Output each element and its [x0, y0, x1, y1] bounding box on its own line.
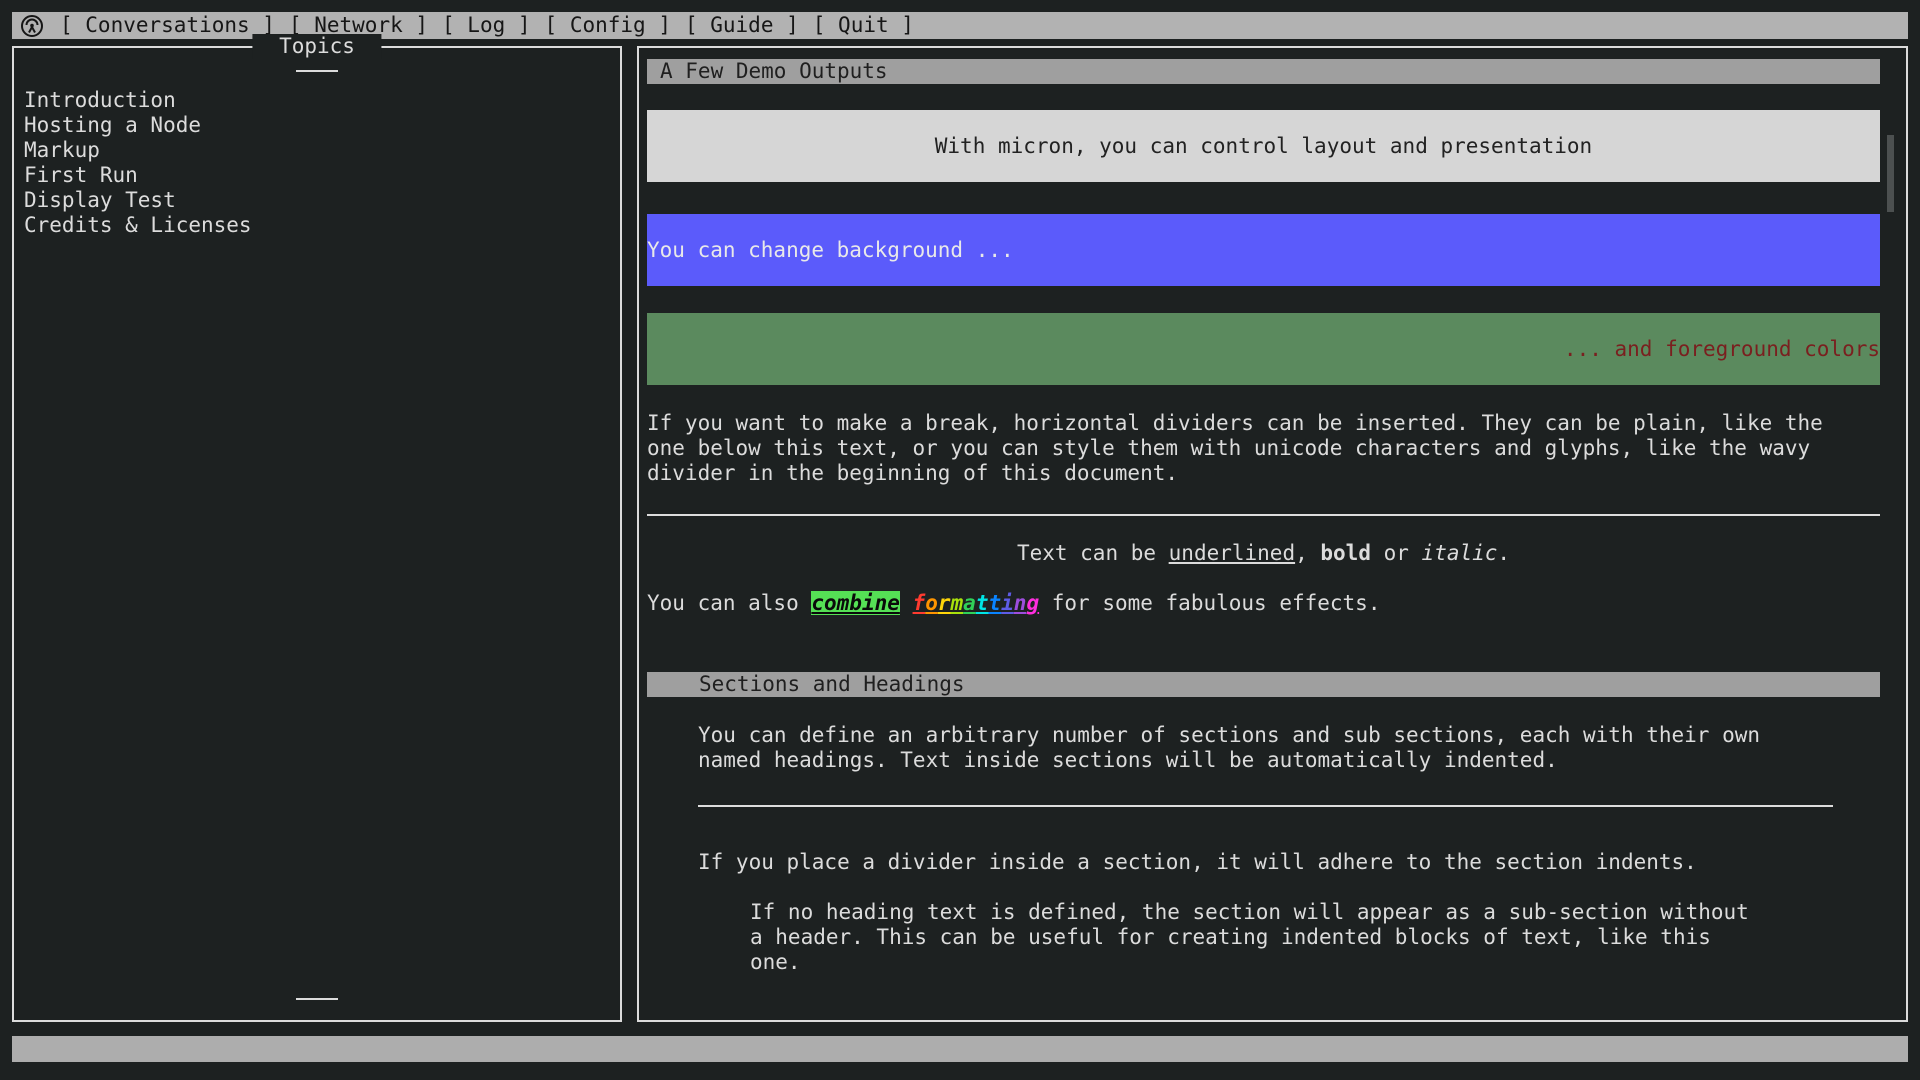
plain-text: ,: [1295, 541, 1320, 565]
plain-text: or: [1371, 541, 1422, 565]
plain-text: for some fabulous effects.: [1039, 591, 1380, 615]
subsection-paragraph: If no heading text is defined, the secti…: [647, 900, 1880, 975]
topic-item-introduction[interactable]: Introduction: [24, 88, 620, 113]
paragraph-line: You can define an arbitrary number of se…: [698, 723, 1880, 748]
rainbow-word: formatting: [913, 591, 1040, 615]
paragraph-line: If you want to make a break, horizontal …: [647, 411, 1880, 436]
combine-highlight-sample: combine: [811, 591, 900, 615]
menu-item-log[interactable]: [ Log ]: [442, 12, 531, 39]
plain-text: .: [1497, 541, 1510, 565]
plain-text: You can also: [647, 591, 811, 615]
topics-panel: Topics Introduction Hosting a Node Marku…: [12, 46, 622, 1022]
paragraph-line: one below this text, or you can style th…: [647, 436, 1880, 461]
paragraph-line: named headings. Text inside sections wil…: [698, 748, 1880, 773]
horizontal-divider: [647, 514, 1880, 516]
menu-item-guide[interactable]: [ Guide ]: [685, 12, 799, 39]
section-paragraph: You can define an arbitrary number of se…: [647, 723, 1880, 773]
paragraph-line: one.: [750, 950, 1880, 975]
topic-item-hosting-a-node[interactable]: Hosting a Node: [24, 113, 620, 138]
text-styles-line: Text can be underlined, bold or italic.: [647, 541, 1880, 566]
paragraph-line: a header. This can be useful for creatin…: [750, 925, 1880, 950]
section-heading-bar: Sections and Headings: [647, 672, 1880, 697]
paragraph-line: If no heading text is defined, the secti…: [750, 900, 1880, 925]
bold-sample: bold: [1320, 541, 1371, 565]
nomadnet-logo-icon: [20, 14, 44, 38]
menu-item-conversations[interactable]: [ Conversations ]: [60, 12, 275, 39]
topic-item-markup[interactable]: Markup: [24, 138, 620, 163]
italic-sample: italic: [1422, 541, 1498, 565]
topics-top-divider: [296, 70, 338, 72]
section-divider-note: If you place a divider inside a section,…: [647, 850, 1880, 875]
topics-panel-title: Topics: [252, 34, 381, 59]
combined-formatting-line: You can also combine formatting for some…: [647, 591, 1880, 616]
scrollbar-thumb[interactable]: [1887, 135, 1894, 212]
guide-document: A Few Demo Outputs With micron, you can …: [647, 59, 1880, 975]
menu-item-quit[interactable]: [ Quit ]: [813, 12, 914, 39]
topics-list: Introduction Hosting a Node Markup First…: [14, 88, 620, 238]
banner-green-foreground: ... and foreground colors: [647, 313, 1880, 385]
underlined-sample: underlined: [1169, 541, 1295, 565]
status-bar: [12, 1036, 1908, 1062]
menu-item-config[interactable]: [ Config ]: [545, 12, 671, 39]
document-title-bar: A Few Demo Outputs: [647, 59, 1880, 84]
banner-light-centered: With micron, you can control layout and …: [647, 110, 1880, 182]
plain-text: Text can be: [1017, 541, 1169, 565]
topic-item-display-test[interactable]: Display Test: [24, 188, 620, 213]
topic-item-credits-licenses[interactable]: Credits & Licenses: [24, 213, 620, 238]
dividers-paragraph: If you want to make a break, horizontal …: [647, 411, 1880, 486]
topic-item-first-run[interactable]: First Run: [24, 163, 620, 188]
plain-text: [900, 591, 913, 615]
banner-blue-background: You can change background ...: [647, 214, 1880, 286]
paragraph-line: If you place a divider inside a section,…: [698, 850, 1880, 875]
topics-bottom-divider: [296, 998, 338, 1000]
guide-content-panel: A Few Demo Outputs With micron, you can …: [637, 46, 1908, 1022]
paragraph-line: divider in the beginning of this documen…: [647, 461, 1880, 486]
section-divider: [698, 805, 1833, 807]
